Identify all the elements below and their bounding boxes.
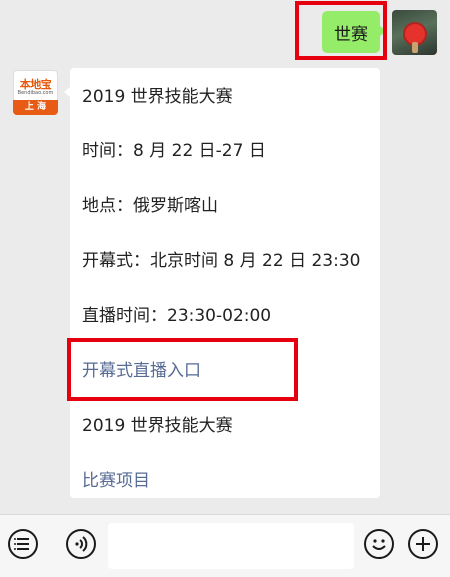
- card-opening: 开幕式：北京时间 8 月 22 日 23:30: [82, 251, 361, 271]
- highlight-box-outgoing: [295, 1, 387, 60]
- menu-icon[interactable]: [8, 529, 38, 559]
- brand-city-tag: 上 海: [13, 100, 58, 115]
- message-input[interactable]: [108, 523, 354, 569]
- card-event-name: 2019 世界技能大赛: [82, 416, 233, 436]
- official-account-avatar[interactable]: 本地宝 Bendibao.com 上 海: [13, 70, 58, 115]
- competition-items-link[interactable]: 比赛项目: [82, 466, 150, 491]
- card-broadcast-time: 直播时间：23:30-02:00: [82, 306, 272, 326]
- my-avatar[interactable]: [392, 10, 437, 55]
- brand-site-text: Bendibao.com: [17, 90, 54, 96]
- plus-icon[interactable]: [408, 529, 438, 559]
- card-title: 2019 世界技能大赛: [82, 87, 233, 107]
- highlight-box-live-link: [67, 338, 298, 401]
- incoming-message-card: 2019 世界技能大赛 时间：8 月 22 日-27 日 地点：俄罗斯喀山 开幕…: [64, 68, 380, 498]
- paddle-handle: [412, 42, 418, 53]
- card-time: 时间：8 月 22 日-27 日: [82, 141, 266, 161]
- voice-icon[interactable]: [66, 529, 96, 559]
- emoji-icon[interactable]: [364, 529, 394, 559]
- chat-area: 世赛 本地宝 Bendibao.com 上 海 2019 世界技能大赛 时间：8…: [0, 0, 450, 514]
- card-location: 地点：俄罗斯喀山: [82, 196, 218, 216]
- input-toolbar: [0, 514, 450, 577]
